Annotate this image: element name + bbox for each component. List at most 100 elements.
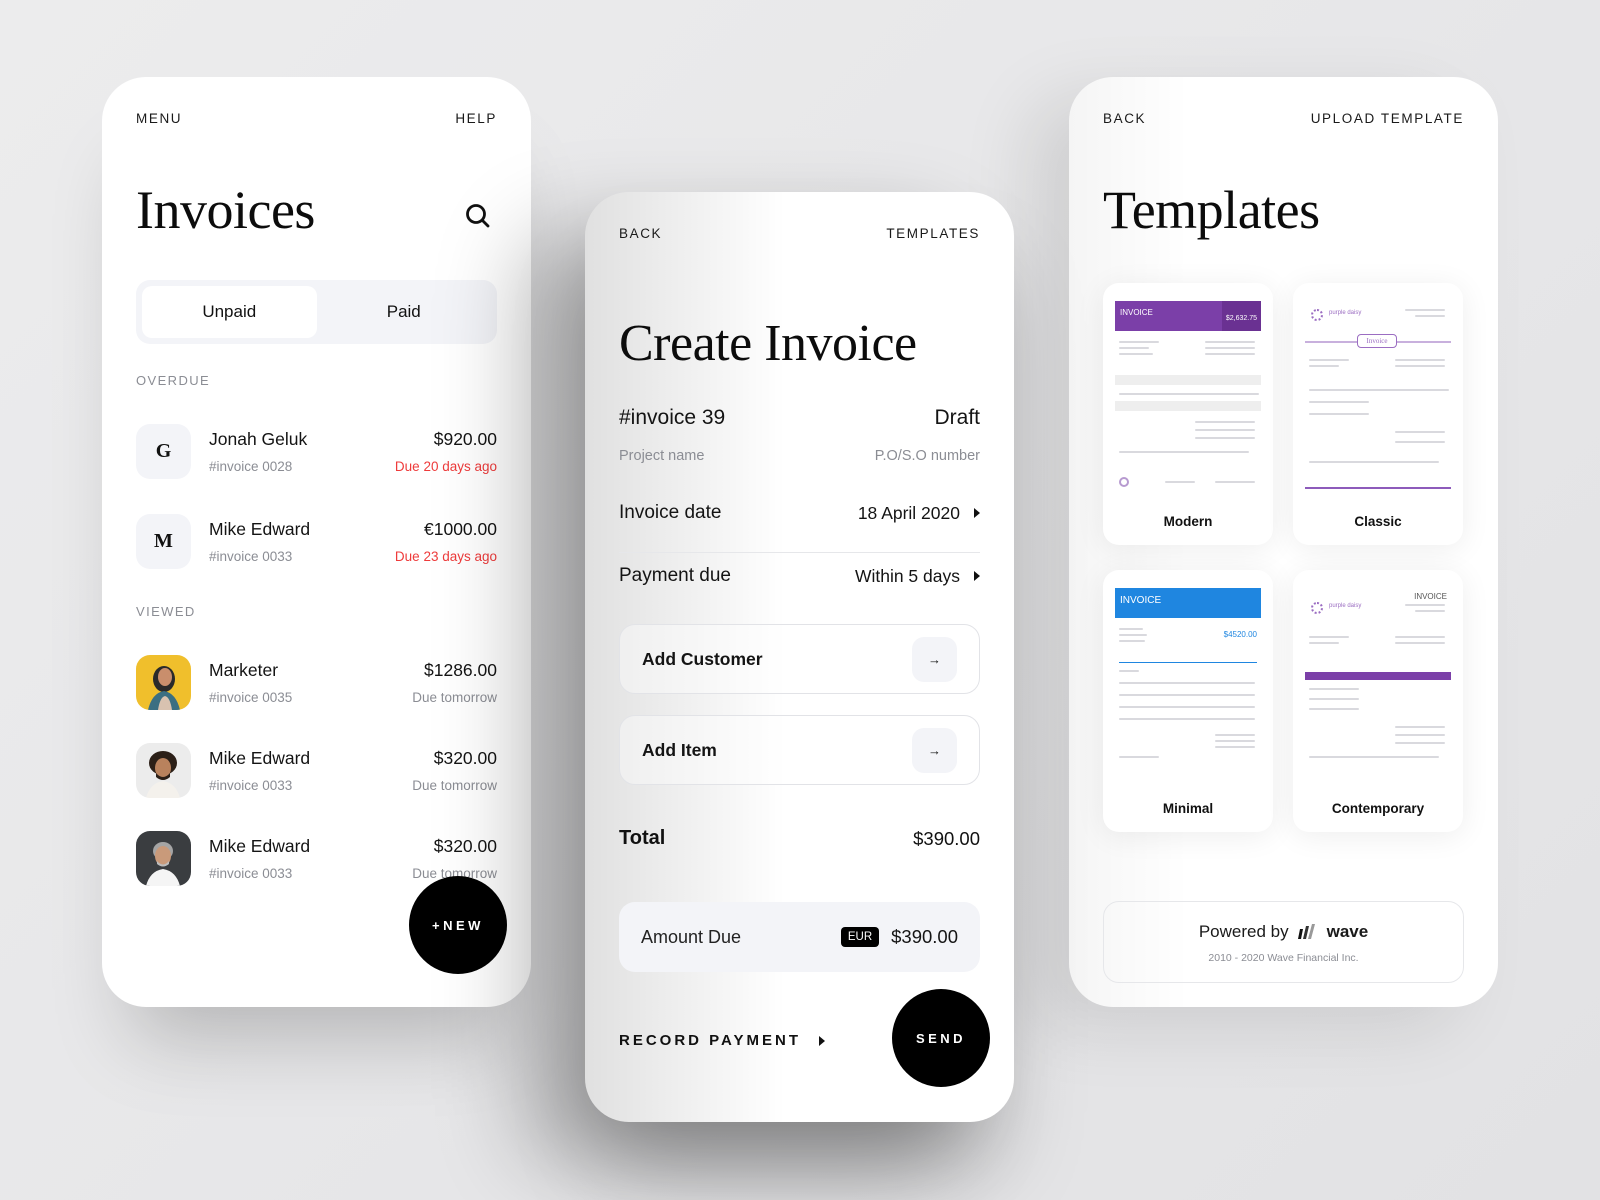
divider [619, 552, 980, 553]
page-title: Templates [1103, 180, 1320, 240]
template-preview: INVOICE $4520.00 [1115, 588, 1261, 782]
add-customer-button[interactable]: Add Customer → [619, 624, 980, 694]
invoice-state: Draft [934, 406, 980, 429]
create-invoice-screen: BACK TEMPLATES Create Invoice #invoice 3… [585, 192, 1014, 1122]
field-label: Payment due [619, 565, 731, 586]
arrow-right-icon[interactable]: → [912, 727, 957, 773]
total-row: Total $390.00 [619, 827, 980, 850]
copyright-text: 2010 - 2020 Wave Financial Inc. [1208, 952, 1359, 964]
menu-button[interactable]: MENU [136, 111, 182, 126]
due-status: Due 20 days ago [394, 458, 497, 474]
amount-due-panel: Amount Due EUR $390.00 [619, 902, 980, 972]
amount-due-label: Amount Due [641, 926, 742, 947]
customer-name: Marketer [209, 659, 279, 680]
powered-by-label: Powered by [1198, 922, 1289, 941]
record-payment-label: RECORD PAYMENT [619, 1032, 802, 1049]
powered-by-panel: Powered by wave 2010 - 2020 Wave Financi… [1103, 901, 1464, 983]
invoice-number: #invoice 0035 [209, 689, 293, 705]
field-value: 18 April 2020 [857, 502, 960, 523]
invoice-header-row: #invoice 39 Draft [619, 406, 980, 430]
back-button[interactable]: BACK [619, 226, 662, 241]
template-contemporary[interactable]: purple daisy INVOICE Contemporary [1293, 570, 1463, 832]
invoice-date-select[interactable]: 18 April 2020 [858, 503, 980, 524]
invoice-row[interactable]: M Mike Edward #invoice 0033 €1000.00 Due… [136, 513, 497, 569]
wave-brand-name: wave [1326, 922, 1369, 941]
invoice-amount: $1286.00 [424, 659, 497, 680]
payment-due-select[interactable]: Within 5 days [855, 566, 980, 587]
templates-button[interactable]: TEMPLATES [886, 226, 980, 241]
template-minimal[interactable]: INVOICE $4520.00 Minimal [1103, 570, 1273, 832]
section-label-overdue: OVERDUE [136, 373, 211, 388]
field-value: Within 5 days [854, 565, 960, 586]
add-item-button[interactable]: Add Item → [619, 715, 980, 785]
record-payment-button[interactable]: RECORD PAYMENT [619, 1032, 826, 1049]
add-item-label: Add Item [642, 739, 717, 760]
invoice-row[interactable]: Mike Edward #invoice 0033 $320.00 Due to… [136, 742, 497, 798]
template-name: Minimal [1162, 801, 1214, 816]
template-preview: INVOICE $2,632.75 [1115, 301, 1261, 495]
due-status: Due tomorrow [412, 689, 497, 705]
new-invoice-button[interactable]: +NEW [409, 876, 507, 974]
template-modern[interactable]: INVOICE $2,632.75 Modern [1103, 283, 1273, 545]
invoice-date-row[interactable]: Invoice date 18 April 2020 [619, 502, 980, 524]
invoice-number: #invoice 0033 [209, 548, 293, 564]
top-nav: BACK UPLOAD TEMPLATE [1103, 111, 1464, 126]
invoice-number[interactable]: #invoice 39 [619, 406, 725, 430]
page-title: Invoices [136, 180, 315, 240]
unpaid-paid-toggle: Unpaid Paid [136, 280, 497, 344]
template-name: Modern [1163, 514, 1213, 529]
field-label: Invoice date [619, 502, 722, 523]
upload-template-button[interactable]: UPLOAD TEMPLATE [1311, 111, 1464, 126]
po-number-field[interactable]: P.O/S.O number [875, 448, 980, 464]
invoice-amount: €1000.00 [424, 518, 497, 539]
daisy-logo-icon [1311, 309, 1323, 321]
due-status: Due tomorrow [412, 777, 497, 793]
search-icon [466, 204, 490, 228]
amount-due-value: $390.00 [891, 926, 958, 947]
send-button[interactable]: SEND [892, 989, 990, 1087]
due-status: Due 23 days ago [394, 548, 497, 564]
caret-right-icon [974, 571, 980, 581]
templates-screen: BACK UPLOAD TEMPLATE Templates INVOICE $… [1069, 77, 1498, 1007]
customer-name: Jonah Geluk [209, 428, 308, 449]
person-photo-icon [148, 665, 180, 710]
currency-badge[interactable]: EUR [840, 927, 880, 947]
total-label: Total [619, 827, 666, 849]
tab-unpaid[interactable]: Unpaid [142, 286, 317, 338]
back-button[interactable]: BACK [1103, 111, 1146, 126]
invoice-row[interactable]: Marketer #invoice 0035 $1286.00 Due tomo… [136, 654, 497, 710]
top-nav: MENU HELP [136, 111, 497, 126]
invoice-number: #invoice 0028 [209, 458, 293, 474]
avatar: G [136, 423, 191, 479]
invoice-row[interactable]: G Jonah Geluk #invoice 0028 $920.00 Due … [136, 423, 497, 479]
customer-name: Mike Edward [209, 518, 311, 539]
template-name: Contemporary [1331, 801, 1425, 816]
help-button[interactable]: HELP [455, 111, 497, 126]
person-photo-icon [146, 841, 180, 886]
invoice-amount: $320.00 [433, 835, 497, 856]
top-nav: BACK TEMPLATES [619, 226, 980, 241]
caret-right-icon [974, 508, 980, 518]
daisy-logo-icon [1311, 602, 1323, 614]
tab-paid[interactable]: Paid [317, 286, 492, 338]
caret-right-icon [819, 1035, 826, 1046]
avatar-photo [136, 830, 191, 886]
customer-name: Mike Edward [209, 835, 311, 856]
add-customer-label: Add Customer [642, 648, 763, 669]
project-name-field[interactable]: Project name [619, 448, 704, 464]
payment-due-row[interactable]: Payment due Within 5 days [619, 565, 980, 587]
template-classic[interactable]: purple daisy Invoice Classic [1293, 283, 1463, 545]
preview-header: INVOICE [1115, 588, 1261, 618]
invoices-screen: MENU HELP Invoices Unpaid Paid OVERDUE G… [102, 77, 531, 1007]
avatar-photo [136, 742, 191, 798]
search-button[interactable] [463, 201, 493, 231]
invoice-meta-row: Project name P.O/S.O number [619, 448, 980, 464]
invoice-number: #invoice 0033 [209, 865, 293, 881]
template-preview: purple daisy Invoice [1305, 301, 1451, 495]
template-name: Classic [1354, 514, 1402, 529]
page-title: Create Invoice [619, 315, 917, 372]
arrow-right-icon[interactable]: → [912, 636, 957, 682]
template-preview: purple daisy INVOICE [1305, 588, 1451, 782]
total-value: $390.00 [913, 827, 980, 849]
invoice-amount: $320.00 [433, 747, 497, 768]
